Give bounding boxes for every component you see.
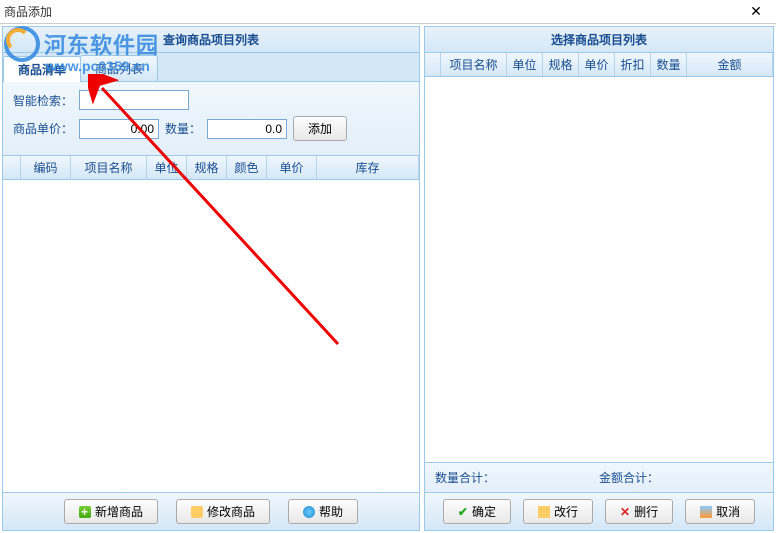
ok-button[interactable]: ✔ 确定: [443, 499, 511, 524]
new-good-button[interactable]: + 新增商品: [64, 499, 158, 524]
ok-label: 确定: [472, 503, 496, 520]
th-name[interactable]: 项目名称: [71, 156, 147, 179]
select-table-header: 项目名称 单位 规格 单价 折扣 数量 金额: [425, 53, 773, 77]
th-r-spec[interactable]: 规格: [543, 53, 579, 76]
qty-input[interactable]: [207, 119, 287, 139]
exit-icon: [700, 506, 712, 518]
th-spec[interactable]: 规格: [187, 156, 227, 179]
qty-label: 数量：: [165, 120, 201, 137]
price-input[interactable]: [79, 119, 159, 139]
th-price[interactable]: 单价: [267, 156, 317, 179]
delete-icon: ✕: [620, 505, 630, 519]
th-r-price[interactable]: 单价: [579, 53, 615, 76]
help-icon: [303, 506, 315, 518]
th-r-unit[interactable]: 单位: [507, 53, 543, 76]
query-panel-header: 查询商品项目列表: [3, 27, 419, 53]
th-r-amount[interactable]: 金额: [687, 53, 773, 76]
titlebar: 商品添加 ✕: [0, 0, 776, 24]
edit-row-button[interactable]: 改行: [523, 499, 593, 524]
th-r-name[interactable]: 项目名称: [441, 53, 507, 76]
query-panel: 查询商品项目列表 商品清单 商品列表 智能检索： 商品单价： 数量： 添加 编码…: [2, 26, 420, 531]
help-button[interactable]: 帮助: [288, 499, 358, 524]
tab-items-list[interactable]: 商品列表: [80, 55, 158, 81]
check-icon: ✔: [458, 505, 468, 519]
cancel-label: 取消: [716, 503, 740, 520]
th-r-qty[interactable]: 数量: [651, 53, 687, 76]
th-selector-r[interactable]: [425, 53, 441, 76]
new-good-label: 新增商品: [95, 503, 143, 520]
th-color[interactable]: 颜色: [227, 156, 267, 179]
query-table-body[interactable]: [3, 180, 419, 492]
left-footer: + 新增商品 修改商品 帮助: [3, 492, 419, 530]
search-input[interactable]: [79, 90, 189, 110]
search-form: 智能检索： 商品单价： 数量： 添加: [3, 82, 419, 156]
modify-good-button[interactable]: 修改商品: [176, 499, 270, 524]
summary-bar: 数量合计： 金额合计：: [425, 462, 773, 492]
edit-row-label: 改行: [554, 503, 578, 520]
select-panel-header: 选择商品项目列表: [425, 27, 773, 53]
delete-row-button[interactable]: ✕ 删行: [605, 499, 673, 524]
right-footer: ✔ 确定 改行 ✕ 删行 取消: [425, 492, 773, 530]
price-label: 商品单价：: [13, 120, 73, 137]
qty-total-label: 数量合计：: [435, 469, 599, 486]
th-r-disc[interactable]: 折扣: [615, 53, 651, 76]
query-table-header: 编码 项目名称 单位 规格 颜色 单价 库存: [3, 156, 419, 180]
delete-row-label: 删行: [634, 503, 658, 520]
th-stock[interactable]: 库存: [317, 156, 419, 179]
th-code[interactable]: 编码: [21, 156, 71, 179]
window-title: 商品添加: [4, 3, 740, 20]
plus-icon: +: [79, 506, 91, 518]
cancel-button[interactable]: 取消: [685, 499, 755, 524]
content-area: 查询商品项目列表 商品清单 商品列表 智能检索： 商品单价： 数量： 添加 编码…: [0, 24, 776, 533]
add-button[interactable]: 添加: [293, 116, 347, 141]
th-unit[interactable]: 单位: [147, 156, 187, 179]
tab-goods-list[interactable]: 商品清单: [3, 56, 81, 82]
amount-total-label: 金额合计：: [599, 469, 763, 486]
edit-icon: [191, 506, 203, 518]
modify-good-label: 修改商品: [207, 503, 255, 520]
th-selector[interactable]: [3, 156, 21, 179]
select-panel: 选择商品项目列表 项目名称 单位 规格 单价 折扣 数量 金额 数量合计： 金额…: [424, 26, 774, 531]
help-label: 帮助: [319, 503, 343, 520]
close-button[interactable]: ✕: [740, 1, 772, 23]
select-table-body[interactable]: [425, 77, 773, 462]
tabs: 商品清单 商品列表: [3, 53, 419, 82]
search-label: 智能检索：: [13, 92, 73, 109]
pencil-icon: [538, 506, 550, 518]
